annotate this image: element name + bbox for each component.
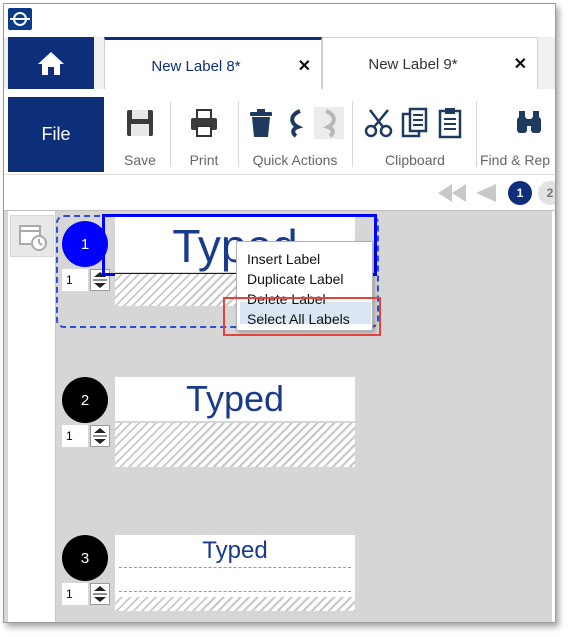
clipboard-group: Clipboard [356,97,474,172]
undo-icon[interactable] [284,107,308,139]
redo-button[interactable] [314,107,344,139]
app-logo-icon [8,8,32,30]
divider [119,567,351,568]
callout-highlight-box [223,297,381,336]
label-hatch-area [115,423,355,467]
title-bar [4,4,555,36]
quantity-input[interactable]: 1 [62,425,88,447]
menu-item-duplicate-label[interactable]: Duplicate Label [247,271,344,287]
print-icon [191,109,217,137]
label-number-badge: 3 [62,535,108,581]
trash-icon[interactable] [246,107,276,139]
close-icon[interactable]: ✕ [298,56,311,76]
home-icon [38,52,64,75]
binoculars-icon [517,111,541,133]
right-edge-strip [552,211,555,622]
left-side-strip [8,211,56,622]
divider [119,591,351,592]
find-replace-button[interactable]: Find & Rep [480,97,555,172]
ribbon-divider [476,101,477,167]
screenshot-frame: New Label 8* ✕ New Label 9* ✕ File Save [0,0,568,637]
scissors-icon[interactable] [364,107,394,139]
tab-new-label-8[interactable]: New Label 8* ✕ [104,37,322,89]
copy-icon[interactable] [400,107,430,139]
quantity-stepper[interactable] [90,425,110,447]
paste-icon[interactable] [436,107,466,139]
calendar-button[interactable] [10,215,54,257]
app-window: New Label 8* ✕ New Label 9* ✕ File Save [3,3,556,623]
quantity-stepper[interactable] [90,583,110,605]
page-1-button[interactable]: 1 [508,181,532,205]
tab-label: New Label 9* [368,56,458,73]
ribbon-divider [170,101,171,167]
calendar-clock-icon [19,225,47,251]
tabs-row: New Label 8* ✕ New Label 9* ✕ [4,37,555,89]
ribbon-divider [352,101,353,167]
tab-new-label-9[interactable]: New Label 9* ✕ [322,37,538,89]
quantity-input[interactable]: 1 [62,583,88,605]
find-replace-label: Find & Rep [480,152,551,168]
menu-item-insert-label[interactable]: Insert Label [247,251,320,267]
save-label: Save [124,152,156,168]
ribbon-toolbar: File Save Print Quick Actions Clipboard … [4,89,555,175]
label-card[interactable]: Typed [115,377,355,421]
spinner-arrows-icon [93,428,107,444]
home-button[interactable] [8,37,94,89]
clipboard-label: Clipboard [385,152,445,168]
file-button[interactable]: File [8,97,104,172]
print-button[interactable]: Print [174,97,234,172]
save-icon [127,110,153,136]
first-page-icon[interactable] [436,182,468,204]
quick-actions-group: Quick Actions [240,97,350,172]
ribbon-divider [238,101,239,167]
label-text: Typed [185,378,285,419]
label-number-badge: 2 [62,377,108,423]
spinner-arrows-icon [93,586,107,602]
page-2-button[interactable]: 2 [538,181,555,205]
print-label: Print [189,152,219,168]
label-pager: 1 2 [4,176,555,210]
save-button[interactable]: Save [114,97,166,172]
label-text: Typed [202,537,268,564]
quantity-input[interactable]: 1 [62,269,88,291]
close-icon[interactable]: ✕ [514,54,527,74]
previous-page-icon[interactable] [472,182,498,204]
redo-icon [322,109,336,138]
tab-label: New Label 8* [151,58,241,75]
quick-actions-label: Quick Actions [252,152,338,168]
label-hatch-area [115,597,355,611]
